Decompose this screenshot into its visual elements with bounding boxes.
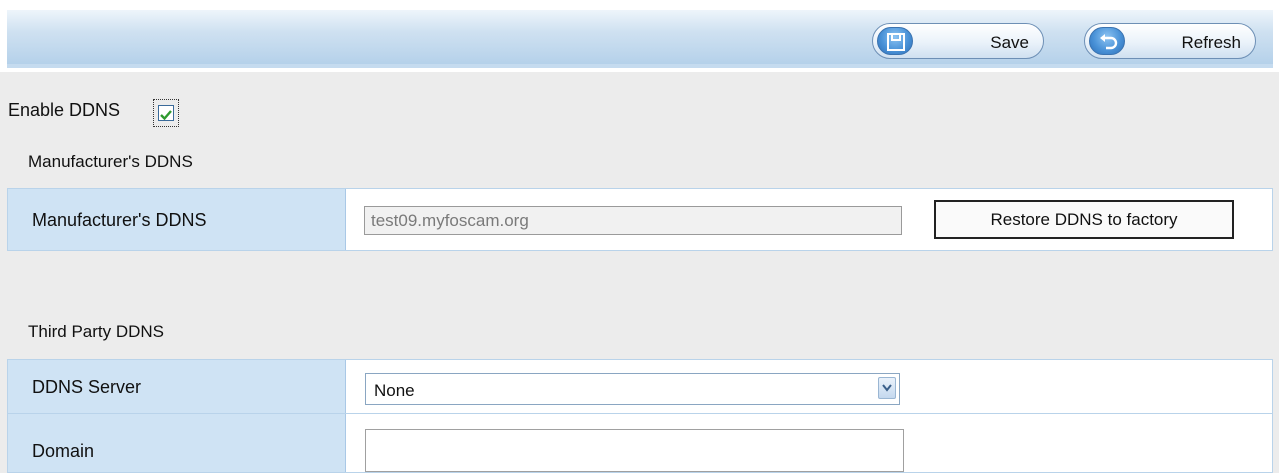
ddns-server-select[interactable]: None (365, 373, 900, 405)
domain-input[interactable] (365, 429, 904, 472)
undo-arrow-icon (1089, 27, 1125, 55)
ddns-server-selected-value: None (374, 381, 415, 400)
manufacturer-ddns-row-header: Manufacturer's DDNS (8, 189, 346, 250)
floppy-disk-icon (877, 27, 913, 55)
enable-ddns-label: Enable DDNS (8, 100, 121, 120)
manufacturer-ddns-row: Manufacturer's DDNS Restore DDNS to fact… (7, 188, 1273, 251)
domain-row: Domain (7, 413, 1273, 473)
ddns-settings-page: Save Refresh Enable DDNS Manufacturer's … (0, 0, 1279, 473)
third-party-section-title: Third Party DDNS (28, 322, 165, 341)
ddns-server-row: DDNS Server None (7, 359, 1273, 414)
refresh-button-label: Refresh (1181, 33, 1241, 52)
enable-ddns-checkbox[interactable] (158, 105, 174, 121)
domain-row-header: Domain (8, 414, 346, 472)
chevron-down-icon[interactable] (878, 377, 896, 399)
toolbar: Save Refresh (0, 0, 1279, 72)
ddns-server-label: DDNS Server (32, 377, 142, 397)
restore-ddns-button[interactable]: Restore DDNS to factory (934, 200, 1234, 239)
save-button-label: Save (990, 33, 1029, 52)
manufacturer-section-title: Manufacturer's DDNS (28, 152, 193, 171)
manufacturer-ddns-field[interactable] (364, 206, 902, 235)
manufacturer-ddns-row-label: Manufacturer's DDNS (32, 210, 207, 230)
save-button[interactable]: Save (872, 23, 1044, 59)
domain-label: Domain (32, 441, 95, 461)
checkmark-icon (160, 110, 172, 121)
refresh-button[interactable]: Refresh (1084, 23, 1256, 59)
ddns-server-row-header: DDNS Server (8, 360, 346, 413)
enable-ddns-focus-ring (153, 99, 179, 127)
